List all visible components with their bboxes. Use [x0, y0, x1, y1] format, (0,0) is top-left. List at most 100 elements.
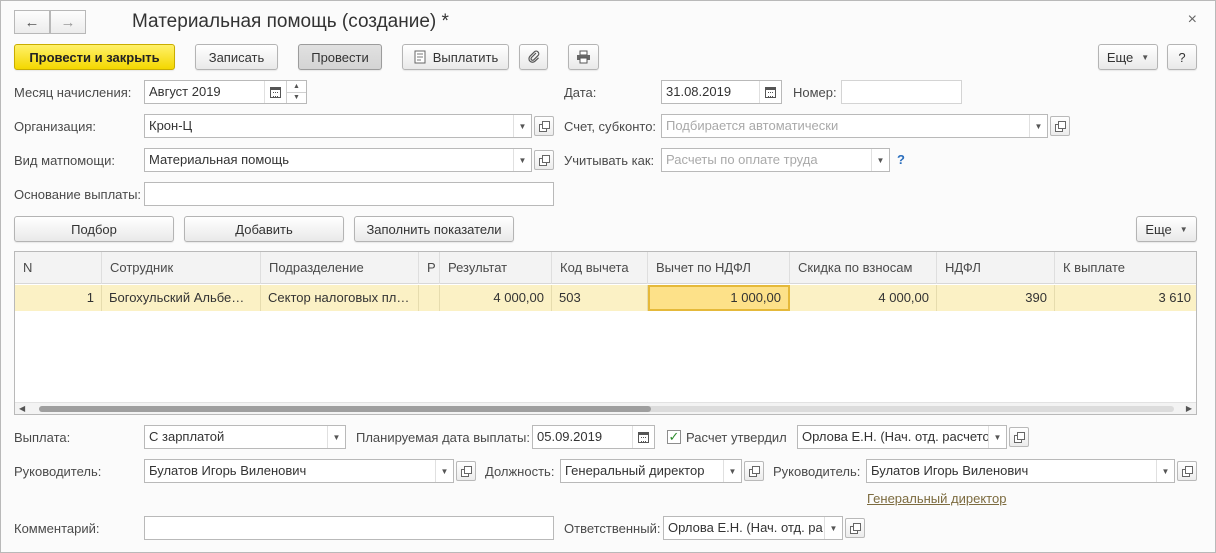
- forward-button[interactable]: →: [50, 10, 86, 34]
- approved-checkbox[interactable]: ✓: [667, 430, 681, 444]
- more-button[interactable]: Еще ▼: [1098, 44, 1158, 70]
- org-select[interactable]: Крон-Ц ▼: [144, 114, 532, 138]
- print-button[interactable]: [568, 44, 599, 70]
- chevron-down-icon[interactable]: ▼: [1156, 460, 1174, 482]
- comment-input[interactable]: [144, 516, 554, 540]
- back-button[interactable]: ←: [14, 10, 50, 34]
- calendar-button[interactable]: [759, 81, 781, 103]
- help-button[interactable]: ?: [1167, 44, 1197, 70]
- col-header-n[interactable]: N: [15, 252, 102, 284]
- open-org-button[interactable]: [534, 116, 554, 136]
- date-field[interactable]: 31.08.2019: [661, 80, 782, 104]
- fill-indicators-button[interactable]: Заполнить показатели: [354, 216, 514, 242]
- manager-select[interactable]: Булатов Игорь Виленович ▼: [144, 459, 454, 483]
- arrow-right-icon: →: [60, 13, 76, 31]
- number-field[interactable]: [841, 80, 962, 104]
- chevron-down-icon[interactable]: ▼: [513, 115, 531, 137]
- open-account-button[interactable]: [1050, 116, 1070, 136]
- chevron-down-icon[interactable]: ▼: [988, 426, 1006, 448]
- chevron-down-icon[interactable]: ▼: [723, 460, 741, 482]
- number-value: [842, 81, 961, 103]
- pay-button[interactable]: Выплатить: [402, 44, 509, 70]
- position-label: Должность:: [485, 464, 555, 479]
- cell-deduction-code[interactable]: 503: [552, 285, 648, 311]
- open-window-icon: [539, 121, 550, 132]
- basis-input[interactable]: [144, 182, 554, 206]
- col-header-department[interactable]: Подразделение: [261, 252, 419, 284]
- chevron-down-icon[interactable]: ▼: [824, 517, 842, 539]
- pick-button[interactable]: Подбор: [14, 216, 174, 242]
- open-type-button[interactable]: [534, 150, 554, 170]
- col-header-ndfl-deduction[interactable]: Вычет по НДФЛ: [648, 252, 790, 284]
- attach-button[interactable]: [519, 44, 548, 70]
- col-header-ndfl[interactable]: НДФЛ: [937, 252, 1055, 284]
- open-window-icon: [1014, 432, 1025, 443]
- cell-result[interactable]: 4 000,00: [440, 285, 552, 311]
- chevron-down-icon: ▼: [1179, 224, 1188, 234]
- spin-down-icon[interactable]: ▼: [287, 93, 306, 104]
- manager-label: Руководитель:: [14, 464, 102, 479]
- month-field[interactable]: Август 2019 ▲ ▼: [144, 80, 307, 104]
- calendar-button[interactable]: [632, 426, 654, 448]
- close-icon[interactable]: ×: [1188, 11, 1197, 29]
- calendar-button[interactable]: [264, 81, 286, 103]
- open-responsible-button[interactable]: [845, 518, 865, 538]
- open-manager2-button[interactable]: [1177, 461, 1197, 481]
- horizontal-scrollbar[interactable]: ◀ ▶: [15, 402, 1196, 414]
- post-button[interactable]: Провести: [298, 44, 382, 70]
- col-header-result[interactable]: Результат: [440, 252, 552, 284]
- scroll-left-icon[interactable]: ◀: [19, 403, 25, 414]
- open-window-icon: [539, 155, 550, 166]
- manager2-position-link[interactable]: Генеральный директор: [867, 491, 1006, 506]
- cell-contribution-discount[interactable]: 4 000,00: [790, 285, 937, 311]
- planned-date-field[interactable]: 05.09.2019: [532, 425, 655, 449]
- add-button[interactable]: Добавить: [184, 216, 344, 242]
- account-select[interactable]: Подбирается автоматически ▼: [661, 114, 1048, 138]
- spin-up-icon[interactable]: ▲: [287, 81, 306, 93]
- cell-n[interactable]: 1: [15, 285, 102, 311]
- chevron-down-icon[interactable]: ▼: [1029, 115, 1047, 137]
- month-spinner[interactable]: ▲ ▼: [286, 81, 306, 103]
- open-approved-button[interactable]: [1009, 427, 1029, 447]
- type-select[interactable]: Материальная помощь ▼: [144, 148, 532, 172]
- number-label: Номер:: [793, 85, 837, 100]
- scroll-thumb[interactable]: [39, 406, 651, 412]
- accountas-select[interactable]: Расчеты по оплате труда ▼: [661, 148, 890, 172]
- basis-label: Основание выплаты:: [14, 187, 142, 202]
- type-value: Материальная помощь: [149, 152, 290, 167]
- manager2-select[interactable]: Булатов Игорь Виленович ▼: [866, 459, 1175, 483]
- post-and-close-button[interactable]: Провести и закрыть: [14, 44, 175, 70]
- open-manager-button[interactable]: [456, 461, 476, 481]
- cell-ndfl-deduction[interactable]: 1 000,00: [648, 285, 790, 311]
- col-header-employee[interactable]: Сотрудник: [102, 252, 261, 284]
- open-position-button[interactable]: [744, 461, 764, 481]
- chevron-down-icon: ▼: [1141, 52, 1150, 62]
- table-row[interactable]: 1 Богохульский Альбе… Сектор налоговых п…: [15, 285, 1196, 311]
- calendar-icon: [638, 431, 649, 443]
- scroll-right-icon[interactable]: ▶: [1186, 403, 1192, 414]
- open-window-icon: [1055, 121, 1066, 132]
- cell-employee[interactable]: Богохульский Альбе…: [102, 285, 261, 311]
- cell-ndfl[interactable]: 390: [937, 285, 1055, 311]
- chevron-down-icon[interactable]: ▼: [871, 149, 889, 171]
- payout-select[interactable]: С зарплатой ▼: [144, 425, 346, 449]
- chevron-down-icon[interactable]: ▼: [435, 460, 453, 482]
- cell-payout[interactable]: 3 610: [1055, 285, 1196, 311]
- col-header-r[interactable]: Р: [419, 252, 440, 284]
- approved-by-select[interactable]: Орлова Е.Н. (Нач. отд. расчетов ▼: [797, 425, 1007, 449]
- position-select[interactable]: Генеральный директор ▼: [560, 459, 742, 483]
- responsible-select[interactable]: Орлова Е.Н. (Нач. отд. ра ▼: [663, 516, 843, 540]
- printer-icon: [577, 50, 590, 64]
- col-header-contribution-discount[interactable]: Скидка по взносам: [790, 252, 937, 284]
- employees-table[interactable]: N Сотрудник Подразделение Р Результат Ко…: [14, 251, 1197, 415]
- cell-department[interactable]: Сектор налоговых пл…: [261, 285, 419, 311]
- cell-r[interactable]: [419, 285, 440, 311]
- col-header-deduction-code[interactable]: Код вычета: [552, 252, 648, 284]
- table-more-button[interactable]: Еще ▼: [1136, 216, 1197, 242]
- save-button[interactable]: Записать: [195, 44, 278, 70]
- chevron-down-icon[interactable]: ▼: [327, 426, 345, 448]
- col-header-payout[interactable]: К выплате: [1055, 252, 1196, 284]
- chevron-down-icon[interactable]: ▼: [513, 149, 531, 171]
- document-icon: [414, 50, 426, 64]
- help-icon[interactable]: ?: [897, 152, 905, 167]
